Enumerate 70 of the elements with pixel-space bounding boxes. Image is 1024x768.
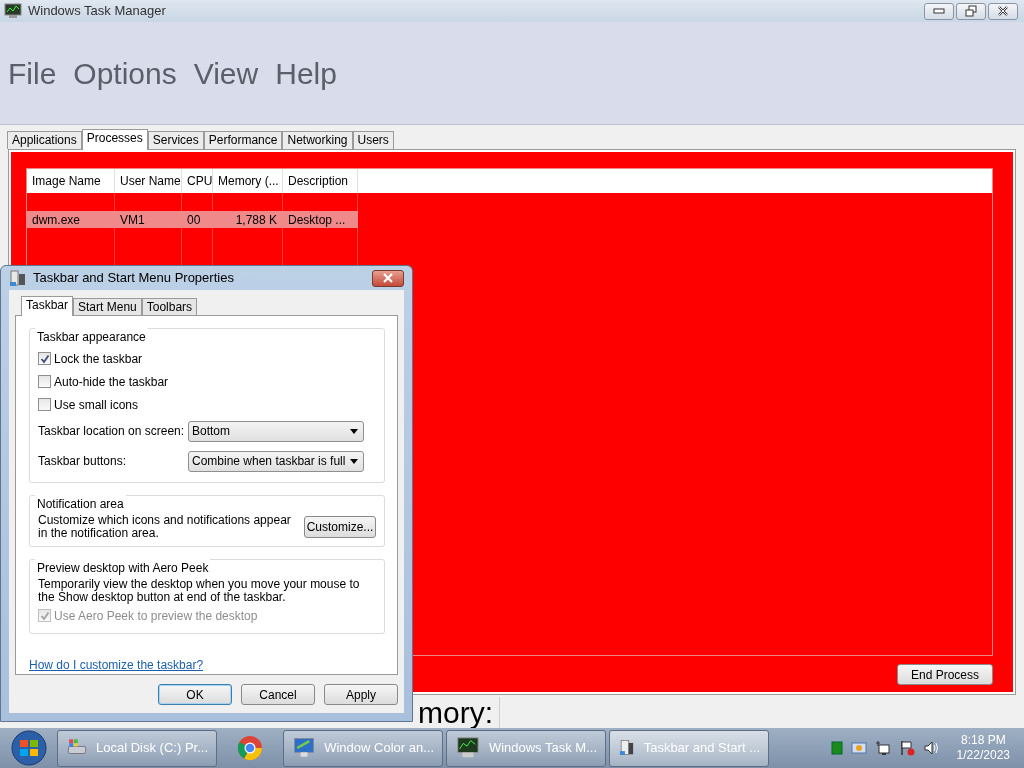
- caret-icon: [350, 428, 358, 434]
- table-cell-text: Desktop ...: [287, 211, 347, 228]
- end-process-button[interactable]: End Process: [897, 664, 993, 685]
- menu-item[interactable]: File: [8, 50, 57, 96]
- tab[interactable]: Start Menu: [73, 298, 142, 315]
- dropdown-value: Bottom: [192, 423, 230, 440]
- checkbox[interactable]: [38, 398, 51, 411]
- minimize-button[interactable]: [924, 2, 954, 20]
- tab[interactable]: Networking: [282, 131, 353, 149]
- dialog-button[interactable]: Cancel: [241, 684, 315, 705]
- computer-icon: [9, 269, 27, 287]
- menu-item[interactable]: Options: [73, 50, 177, 96]
- dialog-title: Taskbar and Start Menu Properties: [33, 269, 234, 288]
- clock-date: 1/22/2023: [956, 748, 1010, 763]
- dialog-button[interactable]: OK: [158, 684, 232, 705]
- checkbox[interactable]: [38, 352, 51, 365]
- group-label: Taskbar appearance: [35, 328, 148, 346]
- restore-button[interactable]: [956, 2, 986, 20]
- tab[interactable]: Users: [352, 131, 394, 149]
- dropdown-value: Combine when taskbar is full: [192, 453, 346, 470]
- window-title: Windows Task Manager: [28, 2, 166, 21]
- description-text: Customize which icons and notifications appear in the notification area.: [38, 514, 292, 540]
- close-icon: [382, 273, 394, 283]
- tab[interactable]: Taskbar: [21, 296, 74, 316]
- table-row[interactable]: dwm.exe VM1 00 1,788 K Desktop ...: [27, 211, 358, 228]
- caret-icon: [350, 458, 358, 464]
- windows-logo-icon: [11, 730, 47, 766]
- close-button[interactable]: [372, 269, 404, 287]
- minimize-icon: [933, 8, 945, 14]
- table-cell-text: VM1: [119, 211, 146, 228]
- network-icon[interactable]: [874, 740, 891, 756]
- dropdown[interactable]: Combine when taskbar is full: [188, 450, 364, 472]
- close-button[interactable]: [988, 2, 1018, 20]
- restore-icon: [965, 5, 977, 17]
- close-icon: [997, 6, 1009, 16]
- customize-button[interactable]: Customize...: [304, 516, 376, 538]
- tab[interactable]: Processes: [81, 129, 148, 150]
- clock-time: 8:18 PM: [959, 733, 1007, 748]
- checkbox[interactable]: [38, 375, 51, 388]
- group-label: Preview desktop with Aero Peek: [35, 559, 211, 577]
- table-cell-text: dwm.exe: [31, 211, 82, 228]
- tab[interactable]: Services: [147, 131, 204, 149]
- table-cell-text: 00: [186, 211, 202, 228]
- menu-item[interactable]: View: [193, 50, 259, 96]
- dialog-button[interactable]: Apply: [324, 684, 398, 705]
- checkbox-label: Use small icons: [54, 396, 139, 414]
- column-header[interactable]: Memory (...: [213, 169, 283, 193]
- status-icon[interactable]: [830, 741, 843, 755]
- monitor-icon[interactable]: [850, 740, 867, 756]
- column-header[interactable]: CPU: [182, 169, 213, 193]
- field-label: Taskbar buttons:: [38, 453, 128, 470]
- browser-icon: [236, 734, 264, 762]
- monitor-icon: [4, 3, 22, 19]
- menu-item[interactable]: Help: [275, 50, 337, 96]
- description-text: Temporarily view the desktop when you move your mouse to the Show desktop button at end of the taskbar.: [38, 578, 361, 604]
- column-header[interactable]: User Name: [115, 169, 182, 193]
- tab[interactable]: Applications: [7, 131, 82, 149]
- checkbox-label: Use Aero Peek to preview the desktop: [54, 607, 258, 625]
- flag-icon[interactable]: [898, 740, 915, 756]
- column-header[interactable]: Image Name: [27, 169, 115, 193]
- table-cell-text: 1,788 K: [234, 211, 278, 228]
- checkbox-label: Lock the taskbar: [54, 350, 143, 368]
- dropdown[interactable]: Bottom: [188, 420, 364, 442]
- speaker-icon[interactable]: [922, 740, 939, 756]
- field-label: Taskbar location on screen:: [38, 423, 186, 440]
- help-link[interactable]: How do I customize the taskbar?: [29, 656, 204, 674]
- tab[interactable]: Toolbars: [141, 298, 198, 315]
- checkbox-label: Auto-hide the taskbar: [54, 373, 169, 391]
- tab[interactable]: Performance: [203, 131, 283, 149]
- column-header[interactable]: Description: [283, 169, 358, 193]
